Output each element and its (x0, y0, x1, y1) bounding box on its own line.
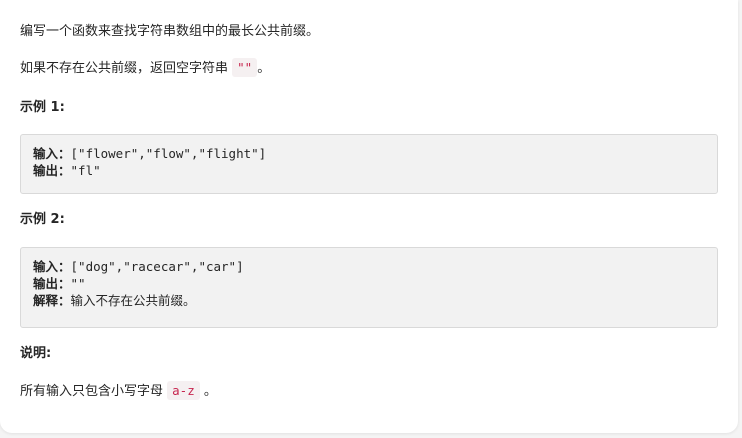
example-2-input-value: ["dog","racecar","car"] (70, 259, 244, 274)
note-text-body: 所有输入只包含小写字母 (20, 384, 168, 399)
example-1-input-label: 输入： (33, 146, 71, 161)
example-1-output-label: 输出： (33, 163, 71, 178)
example-2-output-value: "" (70, 276, 86, 291)
no-prefix-rule: 如果不存在公共前缀，返回空字符串 ""。 (20, 58, 270, 79)
problem-intro: 编写一个函数来查找字符串数组中的最长公共前缀。 (20, 22, 319, 42)
example-2-explain-value: 输入不存在公共前缀。 (70, 293, 196, 308)
problem-description-card: 编写一个函数来查找字符串数组中的最长公共前缀。 如果不存在公共前缀，返回空字符串… (0, 0, 738, 433)
example-2-input-line: 输入：["dog","racecar","car"] (33, 258, 705, 275)
example-2-explain-line: 解释：输入不存在公共前缀。 (33, 292, 705, 309)
example-1-output-line: 输出："fl" (33, 162, 705, 179)
lowercase-range-code: a-z (167, 381, 200, 400)
empty-string-code: "" (232, 58, 258, 77)
problem-intro-text: 编写一个函数来查找字符串数组中的最长公共前缀。 (20, 24, 320, 39)
example-2-output-line: 输出："" (33, 275, 705, 292)
example-1-code-block: 输入：["flower","flow","flight"] 输出："fl" (20, 134, 718, 194)
note-title: 说明: (20, 346, 52, 361)
example-2-input-label: 输入： (33, 259, 71, 274)
example-1-input-line: 输入：["flower","flow","flight"] (33, 145, 705, 162)
example-2-title: 示例 2: (20, 212, 65, 227)
example-2-code-block: 输入：["dog","racecar","car"] 输出："" 解释：输入不存… (20, 247, 718, 328)
example-1-title: 示例 1: (20, 100, 65, 115)
example-2-explain-label: 解释： (33, 293, 71, 308)
no-prefix-suffix: 。 (257, 61, 271, 76)
note-text-suffix: 。 (199, 384, 217, 399)
example-1-input-value: ["flower","flow","flight"] (70, 146, 267, 161)
no-prefix-text: 如果不存在公共前缀，返回空字符串 (20, 61, 233, 76)
example-2-output-label: 输出： (33, 276, 71, 291)
example-1-output-value: "fl" (70, 163, 101, 178)
note-text: 所有输入只包含小写字母 a-z 。 (20, 381, 217, 402)
